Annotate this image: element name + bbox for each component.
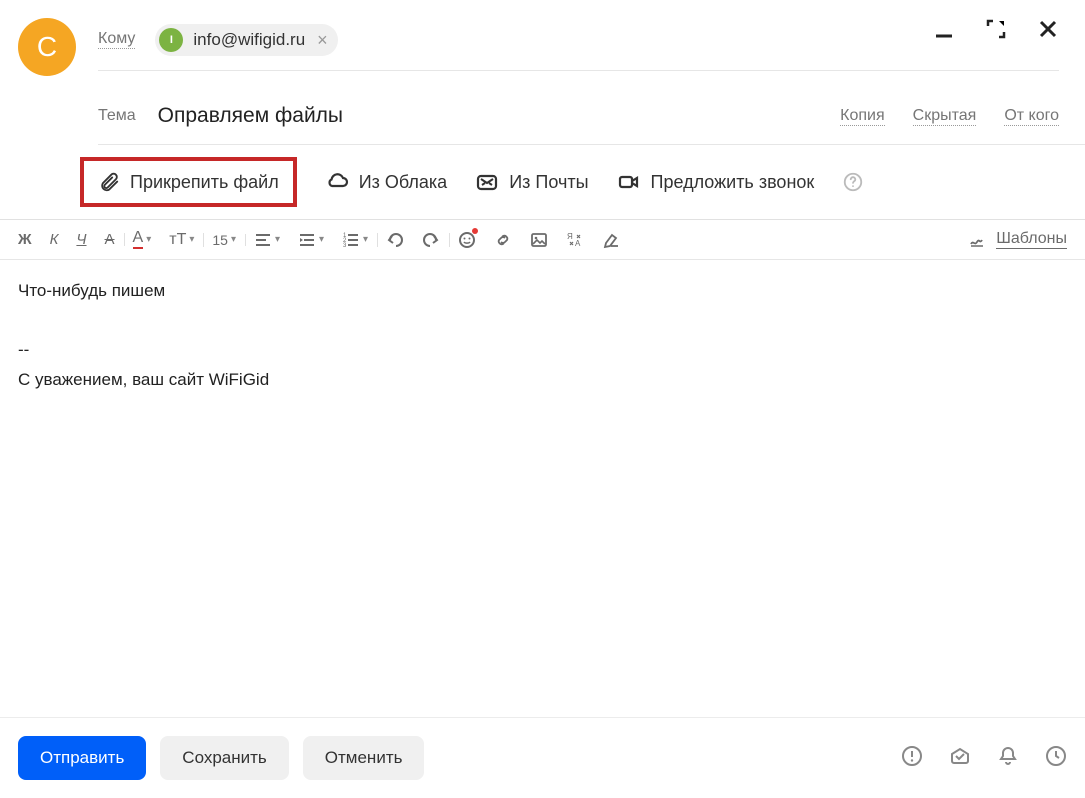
- video-call-icon: [617, 170, 641, 194]
- clear-format-button[interactable]: [602, 231, 620, 249]
- from-link[interactable]: От кого: [1004, 107, 1059, 126]
- cloud-icon: [325, 170, 349, 194]
- paperclip-icon: [98, 171, 120, 193]
- minimize-icon[interactable]: [933, 18, 955, 40]
- remove-recipient-icon[interactable]: ×: [317, 31, 328, 49]
- cancel-button[interactable]: Отменить: [303, 736, 425, 780]
- chevron-down-icon: ▾: [275, 234, 280, 245]
- signature-text: С уважением, ваш сайт WiFiGid: [18, 367, 1067, 393]
- signature-icon[interactable]: [968, 231, 986, 249]
- body-line: Что-нибудь пишем: [18, 278, 1067, 304]
- subject-label: Тема: [98, 107, 136, 125]
- reminder-icon[interactable]: [997, 745, 1019, 772]
- mail-icon: [475, 170, 499, 194]
- suggest-call-button[interactable]: Предложить звонок: [617, 170, 815, 194]
- svg-text:3: 3: [343, 243, 347, 249]
- recipient-chip[interactable]: I info@wifigid.ru ×: [155, 24, 337, 56]
- font-size-select[interactable]: 15▾: [212, 232, 236, 248]
- align-button[interactable]: ▾: [254, 231, 280, 249]
- chevron-down-icon: ▾: [363, 234, 368, 245]
- strikethrough-button[interactable]: А: [105, 231, 115, 248]
- bcc-link[interactable]: Скрытая: [913, 107, 977, 126]
- image-button[interactable]: [530, 231, 548, 249]
- close-icon[interactable]: [1037, 18, 1059, 40]
- font-size-case-button[interactable]: тТ▾: [169, 231, 194, 249]
- templates-link[interactable]: Шаблоны: [996, 230, 1067, 249]
- chevron-down-icon: ▾: [189, 234, 194, 245]
- chevron-down-icon: ▾: [319, 234, 324, 245]
- attach-cloud-button[interactable]: Из Облака: [325, 170, 448, 194]
- link-button[interactable]: [494, 231, 512, 249]
- list-button[interactable]: 123▾: [342, 231, 368, 249]
- italic-button[interactable]: К: [50, 231, 59, 248]
- svg-text:A: A: [575, 239, 581, 248]
- svg-text:Я: Я: [567, 232, 573, 241]
- message-body[interactable]: Что-нибудь пишем -- С уважением, ваш сай…: [0, 260, 1085, 414]
- chevron-down-icon: ▾: [146, 234, 151, 245]
- schedule-icon[interactable]: [1045, 745, 1067, 772]
- cc-link[interactable]: Копия: [840, 107, 884, 126]
- signature-divider: --: [18, 337, 1067, 363]
- read-receipt-icon[interactable]: [949, 745, 971, 772]
- undo-button[interactable]: [386, 231, 404, 249]
- chevron-down-icon: ▾: [231, 234, 236, 245]
- attach-file-button[interactable]: Прикрепить файл: [80, 157, 297, 207]
- translate-button[interactable]: ЯA: [566, 231, 584, 249]
- text-color-button[interactable]: А▾: [133, 230, 152, 249]
- indent-button[interactable]: ▾: [298, 231, 324, 249]
- save-button[interactable]: Сохранить: [160, 736, 288, 780]
- redo-button[interactable]: [422, 231, 440, 249]
- emoji-button[interactable]: [458, 231, 476, 249]
- notification-dot: [472, 228, 478, 234]
- important-icon[interactable]: [901, 745, 923, 772]
- recipient-avatar: I: [159, 28, 183, 52]
- recipient-email: info@wifigid.ru: [193, 30, 305, 50]
- bold-button[interactable]: Ж: [18, 231, 32, 248]
- underline-button[interactable]: Ч: [76, 231, 86, 248]
- to-label[interactable]: Кому: [98, 30, 135, 49]
- attach-mail-button[interactable]: Из Почты: [475, 170, 588, 194]
- help-icon[interactable]: [842, 171, 864, 193]
- send-button[interactable]: Отправить: [18, 736, 146, 780]
- maximize-icon[interactable]: [985, 18, 1007, 40]
- subject-input[interactable]: Оправляем файлы: [158, 104, 840, 128]
- sender-avatar: С: [18, 18, 76, 76]
